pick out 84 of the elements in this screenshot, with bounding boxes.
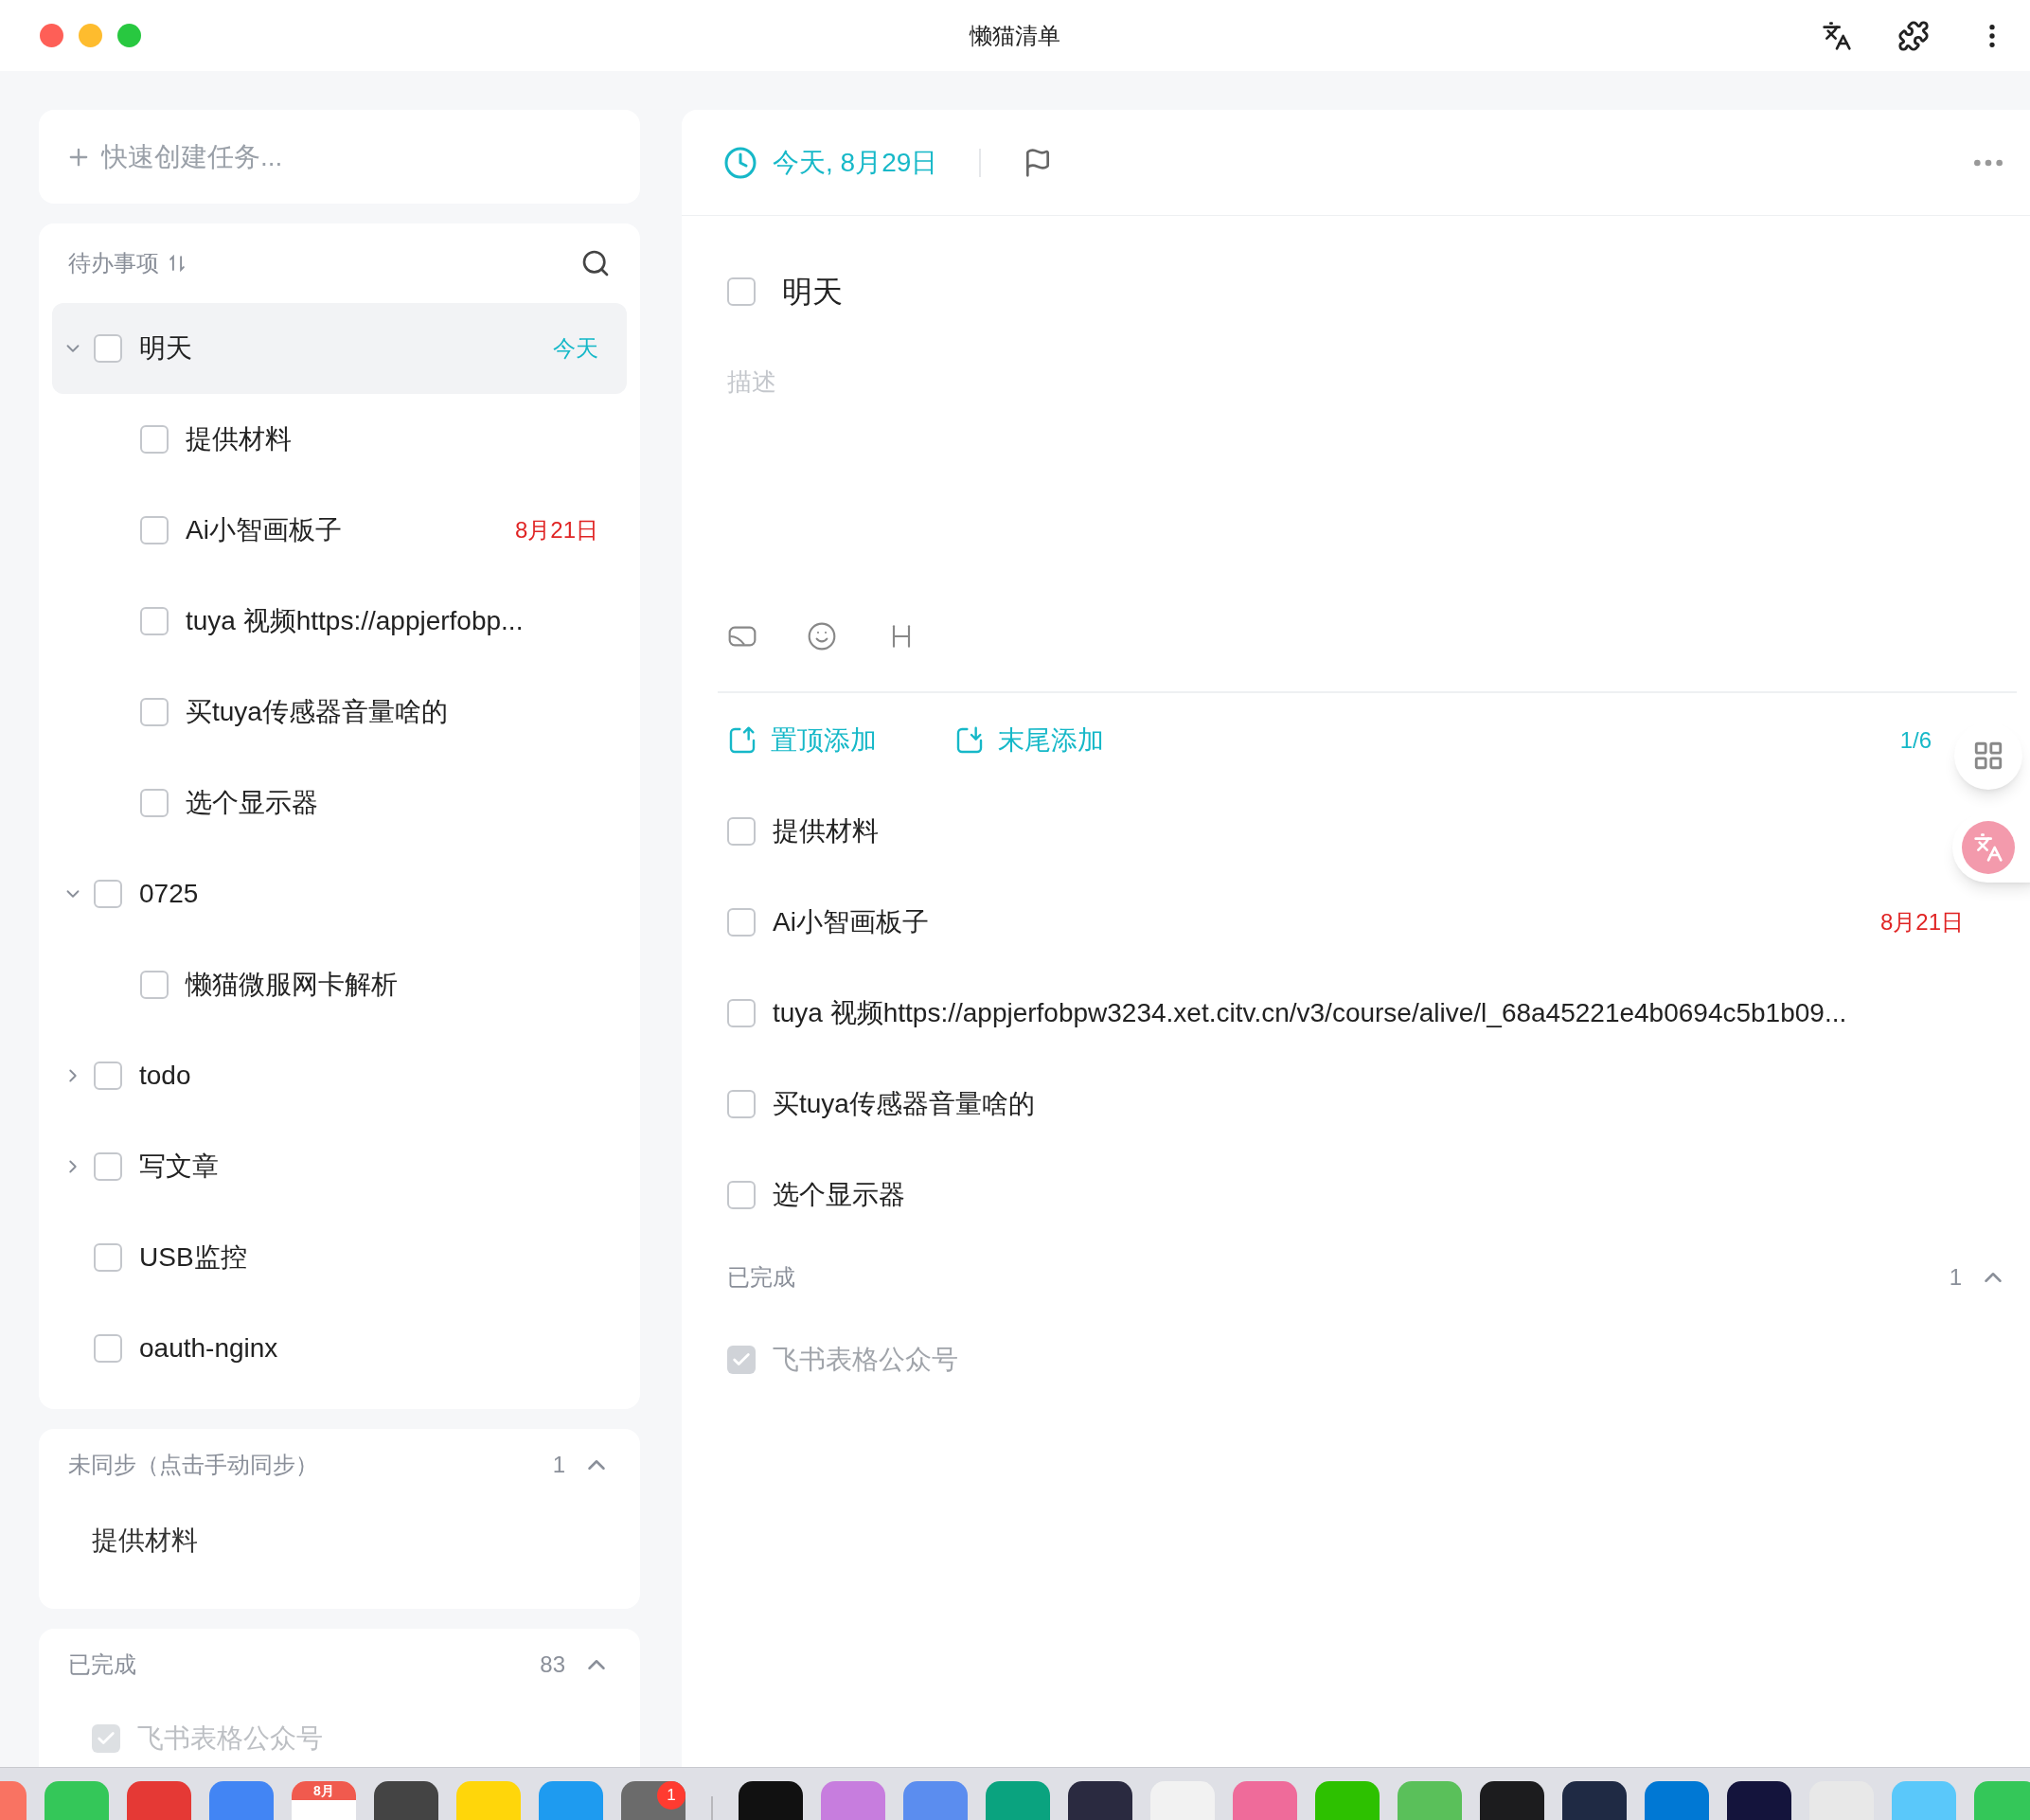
add-top-icon — [727, 725, 757, 756]
checkbox[interactable] — [727, 1181, 756, 1209]
close-button[interactable] — [40, 24, 63, 47]
completed-task: 飞书表格公众号 — [773, 1344, 958, 1376]
subtask-title: 提供材料 — [773, 815, 879, 848]
task-row[interactable]: 写文章 — [52, 1121, 627, 1212]
checkbox[interactable] — [94, 334, 122, 363]
section-title: 已完成 — [727, 1263, 795, 1292]
task-row[interactable]: 买tuya传感器音量啥的 — [52, 667, 627, 758]
task-heading: 明天 — [782, 274, 843, 311]
task-title: 写文章 — [139, 1151, 219, 1183]
notification-badge: 1 — [657, 1781, 686, 1810]
checkbox[interactable] — [140, 607, 169, 635]
puzzle-icon[interactable] — [1897, 19, 1930, 52]
task-title: 明天 — [139, 332, 192, 365]
calendar-month: 8月 — [292, 1781, 356, 1800]
add-bottom-icon — [954, 725, 985, 756]
task-title: Ai小智画板子 — [186, 514, 342, 546]
task-row[interactable]: oauth-nginx — [52, 1303, 627, 1394]
checkbox[interactable] — [727, 277, 756, 306]
task-title: 选个显示器 — [186, 787, 318, 819]
checkbox[interactable] — [94, 1152, 122, 1181]
checkbox[interactable] — [140, 789, 169, 817]
due-date: 8月21日 — [514, 516, 598, 544]
list-title: 待办事项 — [68, 249, 159, 277]
task-title: USB监控 — [139, 1241, 247, 1274]
minimize-button[interactable] — [79, 24, 102, 47]
due-date: 今天 — [553, 334, 598, 363]
checkbox[interactable] — [94, 1243, 122, 1272]
checkbox[interactable] — [94, 880, 122, 908]
checkbox[interactable] — [94, 1334, 122, 1363]
sort-icon[interactable] — [167, 253, 187, 274]
section-count: 83 — [540, 1650, 565, 1679]
quick-create-input[interactable]: 快速创建任务... — [101, 136, 614, 177]
checkbox[interactable] — [727, 1346, 756, 1374]
checkbox[interactable] — [727, 1090, 756, 1118]
clock-icon — [723, 145, 757, 180]
checkbox[interactable] — [140, 516, 169, 544]
subtask-title: Ai小智画板子 — [773, 906, 929, 938]
section-title: 已完成 — [68, 1650, 136, 1679]
task-title: 提供材料 — [186, 423, 292, 455]
task-row[interactable]: Ai小智画板子 8月21日 — [52, 485, 627, 576]
task-title: 买tuya传感器音量啥的 — [186, 696, 448, 728]
task-title: oauth-nginx — [139, 1332, 278, 1365]
window-title: 懒猫清单 — [970, 21, 1060, 50]
task-title: tuya 视频https://appjerfobp... — [186, 605, 524, 637]
task-title: 懒猫微服网卡解析 — [186, 969, 398, 1001]
checkbox[interactable] — [140, 425, 169, 454]
translate-icon[interactable] — [1822, 20, 1852, 51]
checkbox[interactable] — [727, 908, 756, 937]
task-row[interactable]: 提供材料 — [52, 394, 627, 485]
task-row[interactable]: todo — [52, 1030, 627, 1121]
maximize-button[interactable] — [117, 24, 141, 47]
task-row[interactable]: 选个显示器 — [52, 758, 627, 848]
checkbox[interactable] — [727, 817, 756, 846]
unsynced-task[interactable]: 提供材料 — [92, 1521, 198, 1561]
section-title: 未同步（点击手动同步） — [68, 1451, 318, 1479]
task-row[interactable]: USB监控 — [52, 1212, 627, 1303]
checkbox[interactable] — [727, 999, 756, 1027]
section-count: 1 — [552, 1451, 565, 1479]
section-count: 1 — [1949, 1263, 1962, 1292]
completed-task: 飞书表格公众号 — [137, 1722, 323, 1755]
emoji-icon[interactable] — [807, 621, 837, 651]
subtask-title: 买tuya传感器音量啥的 — [773, 1088, 1035, 1120]
checkbox[interactable] — [92, 1724, 120, 1753]
checkbox[interactable] — [140, 971, 169, 999]
task-row[interactable]: tuya 视频https://appjerfobp... — [52, 576, 627, 667]
search-icon[interactable] — [580, 248, 611, 278]
quick-create-field[interactable]: 快速创建任务... — [39, 110, 640, 204]
task-title: todo — [139, 1060, 191, 1092]
checkbox[interactable] — [140, 698, 169, 726]
task-title: 0725 — [139, 878, 199, 910]
task-row[interactable]: 懒猫微服网卡解析 — [52, 939, 627, 1030]
description-field[interactable]: 描述 — [727, 358, 1485, 405]
subtask-title: tuya 视频https://appjerfobpw3234.xet.citv.cn/v3/course/alive/l_68a45221e4b0694c5b1b09... — [773, 997, 1847, 1029]
app-icon[interactable]: 1 — [621, 1781, 686, 1820]
task-row[interactable]: 0725 — [52, 848, 627, 939]
subtask-title: 选个显示器 — [773, 1179, 905, 1211]
grid-icon — [1972, 740, 2004, 772]
due-date: 8月21日 — [1879, 908, 1964, 937]
translate-icon — [1962, 821, 2015, 874]
checkbox[interactable] — [94, 1062, 122, 1090]
subtask-counter: 1/6 — [1899, 726, 1932, 755]
task-row[interactable]: 明天 今天 — [52, 303, 627, 394]
